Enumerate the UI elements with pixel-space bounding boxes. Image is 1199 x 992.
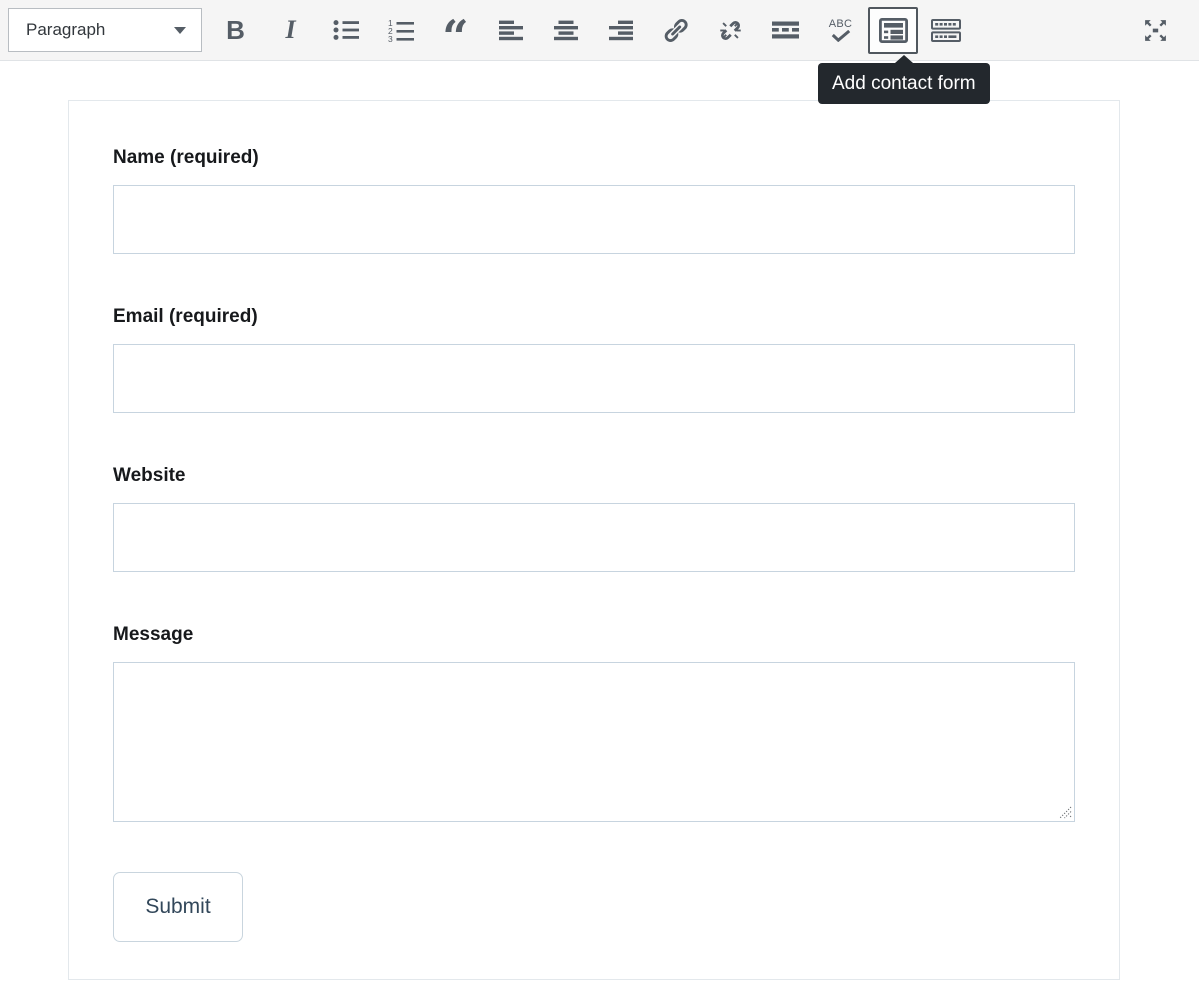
contact-form-icon [879, 18, 908, 43]
contact-form-preview: Name (required) Email (required) Website… [68, 100, 1120, 980]
tooltip-add-contact-form: Add contact form [818, 63, 990, 104]
fullscreen-button[interactable] [1128, 7, 1183, 53]
unlink-button[interactable] [703, 7, 758, 53]
resize-grip-icon [1059, 806, 1072, 819]
numbered-list-icon: 1 2 3 [388, 19, 414, 42]
italic-icon: I [285, 15, 295, 45]
website-field-label: Website [113, 463, 1075, 489]
editor-content-area: Name (required) Email (required) Website… [0, 100, 1199, 980]
bulleted-list-button[interactable] [318, 7, 373, 53]
fullscreen-icon [1142, 17, 1169, 44]
insert-read-more-button[interactable] [758, 7, 813, 53]
message-textarea[interactable] [113, 662, 1075, 822]
svg-text:3: 3 [388, 34, 393, 42]
keyboard-icon [931, 19, 961, 42]
website-field: Website [113, 463, 1075, 572]
bold-icon: B [226, 15, 245, 46]
name-field: Name (required) [113, 145, 1075, 254]
align-right-icon [609, 20, 633, 41]
align-center-button[interactable] [538, 7, 593, 53]
name-field-label: Name (required) [113, 145, 1075, 171]
tooltip-text: Add contact form [832, 73, 976, 94]
spellcheck-icon: ABC [829, 19, 853, 42]
spellcheck-button[interactable]: ABC [813, 7, 868, 53]
align-center-icon [554, 20, 578, 41]
email-field: Email (required) [113, 304, 1075, 413]
add-contact-form-button[interactable] [868, 7, 918, 54]
paragraph-format-select[interactable]: Paragraph [8, 8, 202, 52]
name-input[interactable] [113, 185, 1075, 254]
email-field-label: Email (required) [113, 304, 1075, 330]
textarea-resize-handle[interactable] [1059, 806, 1072, 819]
keyboard-button[interactable] [918, 7, 973, 53]
tooltip-arrow [895, 55, 913, 63]
numbered-list-button[interactable]: 1 2 3 [373, 7, 428, 53]
chevron-down-icon [174, 27, 186, 34]
email-input[interactable] [113, 344, 1075, 413]
align-left-icon [499, 20, 523, 41]
website-input[interactable] [113, 503, 1075, 572]
editor-toolbar: Paragraph B I 1 2 3 “ [0, 0, 1199, 61]
blockquote-button[interactable]: “ [428, 7, 483, 53]
unlink-icon [717, 17, 744, 44]
message-textarea-wrapper [113, 662, 1075, 822]
message-field: Message [113, 622, 1075, 822]
align-left-button[interactable] [483, 7, 538, 53]
message-field-label: Message [113, 622, 1075, 648]
bold-button[interactable]: B [208, 7, 263, 53]
format-select-value: Paragraph [26, 20, 105, 40]
italic-button[interactable]: I [263, 7, 318, 53]
submit-button[interactable]: Submit [113, 872, 243, 942]
insert-link-button[interactable] [648, 7, 703, 53]
checkmark-icon [831, 30, 851, 42]
align-right-button[interactable] [593, 7, 648, 53]
link-icon [662, 17, 689, 44]
read-more-icon [772, 21, 799, 39]
bulleted-list-icon [333, 19, 359, 41]
blockquote-icon: “ [442, 14, 468, 60]
